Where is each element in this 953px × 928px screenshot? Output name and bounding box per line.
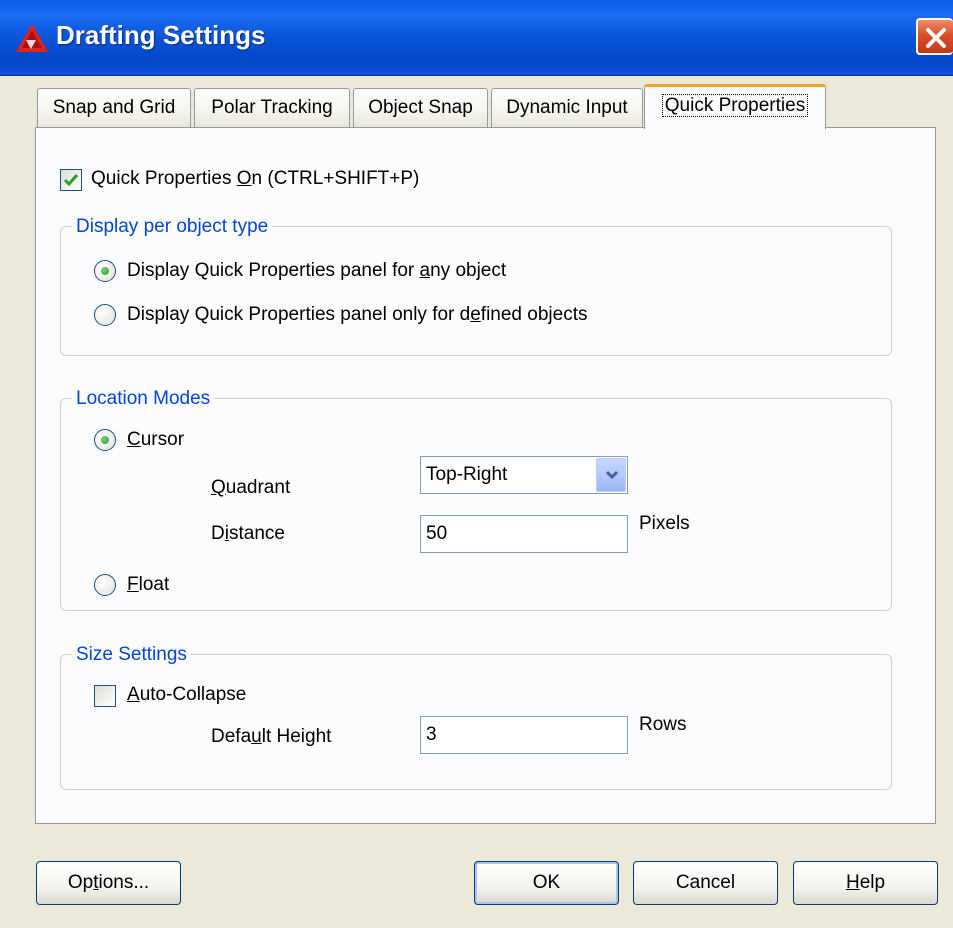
distance-unit-label: Pixels	[639, 513, 690, 534]
cursor-radio[interactable]	[94, 429, 116, 451]
default-height-input[interactable]	[420, 716, 628, 754]
float-radio[interactable]	[94, 574, 116, 596]
display-any-object-radio[interactable]	[94, 260, 116, 282]
display-any-object-label: Display Quick Properties panel for any o…	[127, 260, 507, 281]
location-modes-group	[60, 398, 892, 611]
display-per-object-type-title: Display per object type	[72, 216, 273, 238]
tab-quick-properties[interactable]: Quick Properties	[644, 84, 826, 129]
title-bar[interactable]: Drafting Settings	[0, 0, 953, 76]
close-button[interactable]	[916, 18, 953, 55]
quadrant-value: Top-Right	[426, 464, 508, 485]
auto-collapse-label: Auto-Collapse	[127, 684, 247, 705]
radio-selected-dot	[101, 267, 109, 275]
quadrant-dropdown-button[interactable]	[596, 458, 626, 492]
display-defined-objects-radio[interactable]	[94, 304, 116, 326]
quadrant-dropdown[interactable]: Top-Right	[420, 456, 628, 494]
quick-properties-on-label: Quick Properties On (CTRL+SHIFT+P)	[91, 168, 420, 189]
drafting-settings-dialog: Drafting Settings Snap and Grid Polar Tr…	[0, 0, 953, 928]
default-height-label: Default Height	[211, 726, 332, 747]
quick-properties-panel: Quick Properties On (CTRL+SHIFT+P) Displ…	[35, 127, 936, 824]
distance-label: Distance	[211, 523, 285, 544]
cancel-button[interactable]: Cancel	[633, 861, 778, 905]
default-height-unit-label: Rows	[639, 714, 687, 735]
checkmark-icon	[63, 174, 79, 187]
display-per-object-type-group	[60, 226, 892, 356]
window-title: Drafting Settings	[56, 20, 266, 50]
size-settings-title: Size Settings	[72, 644, 191, 666]
quadrant-label: Quadrant	[211, 477, 291, 498]
float-label: Float	[127, 574, 170, 595]
radio-selected-dot	[101, 436, 109, 444]
tab-dynamic-input[interactable]: Dynamic Input	[491, 88, 643, 128]
close-icon	[926, 28, 946, 48]
ok-button[interactable]: OK	[474, 861, 619, 905]
help-button[interactable]: Help	[793, 861, 938, 905]
distance-input[interactable]	[420, 515, 628, 553]
autocad-logo-icon	[16, 24, 48, 52]
display-defined-objects-label: Display Quick Properties panel only for …	[127, 304, 588, 325]
cursor-label: Cursor	[127, 429, 185, 450]
options-button[interactable]: Options...	[36, 861, 181, 905]
quick-properties-on-checkbox[interactable]	[60, 169, 82, 191]
tab-object-snap[interactable]: Object Snap	[353, 88, 488, 128]
chevron-down-icon	[605, 470, 619, 480]
tab-snap-and-grid[interactable]: Snap and Grid	[37, 88, 191, 128]
location-modes-title: Location Modes	[72, 388, 215, 410]
tab-polar-tracking[interactable]: Polar Tracking	[194, 88, 350, 128]
auto-collapse-checkbox[interactable]	[94, 685, 116, 707]
